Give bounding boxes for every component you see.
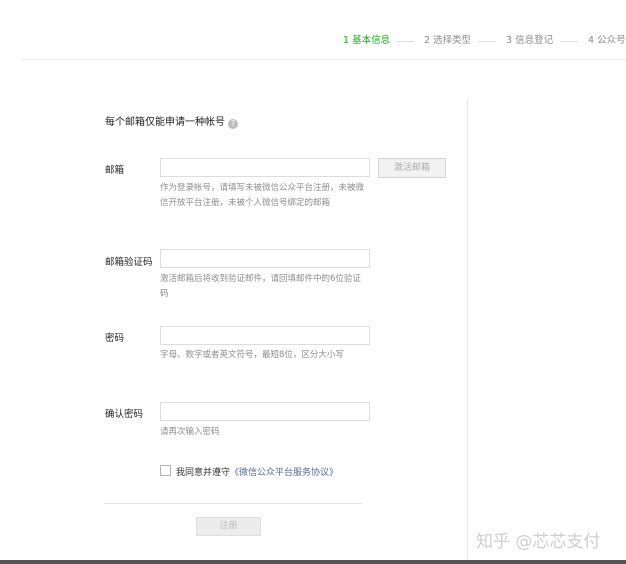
agreement-text: 我同意并遵守 bbox=[176, 468, 231, 478]
password-hint: 字母、数字或者英文符号，最短8位，区分大小写 bbox=[160, 350, 344, 360]
header-divider bbox=[22, 59, 626, 60]
password-label: 密码 bbox=[105, 333, 125, 344]
confirm-password-label: 确认密码 bbox=[105, 409, 144, 420]
step-separator bbox=[560, 41, 578, 42]
email-code-input[interactable] bbox=[160, 249, 370, 268]
activate-email-button[interactable]: 激活邮箱 bbox=[378, 158, 446, 178]
confirm-password-input[interactable] bbox=[160, 402, 370, 421]
agreement-checkbox[interactable] bbox=[160, 465, 171, 476]
email-code-label: 邮箱验证码 bbox=[105, 257, 153, 268]
agreement-row: 我同意并遵守《微信公众平台服务协议》 bbox=[160, 465, 338, 478]
help-icon[interactable]: ? bbox=[228, 119, 238, 129]
step-separator bbox=[478, 41, 496, 42]
email-hint: 作为登录帐号，请填写未被微信公众平台注册，未被微信开放平台注册，未被个人微信号绑… bbox=[160, 183, 365, 208]
step-select-type: 2 选择类型 bbox=[424, 35, 472, 46]
watermark: 知乎 @芯芯支付 bbox=[476, 532, 601, 552]
step-info-register: 3 信息登记 bbox=[506, 35, 554, 46]
form-divider bbox=[104, 503, 362, 504]
step-basic-info: 1 基本信息 bbox=[343, 35, 391, 46]
confirm-password-hint: 请再次输入密码 bbox=[160, 427, 220, 437]
vertical-divider bbox=[467, 98, 468, 560]
email-label: 邮箱 bbox=[105, 165, 125, 176]
email-input[interactable] bbox=[160, 158, 370, 177]
password-input[interactable] bbox=[160, 326, 370, 345]
form-title: 每个邮箱仅能申请一种帐号? bbox=[105, 113, 238, 129]
register-button[interactable]: 注册 bbox=[196, 517, 261, 536]
step-account-info: 4 公众号信 bbox=[588, 35, 626, 46]
step-indicator: 1 基本信息 2 选择类型 3 信息登记 4 公众号信 bbox=[0, 34, 626, 50]
email-code-hint: 激活邮箱后将收到验证邮件，请回填邮件中的6位验证码 bbox=[160, 274, 361, 299]
agreement-link[interactable]: 《微信公众平台服务协议》 bbox=[230, 468, 338, 478]
bottom-bar bbox=[0, 560, 626, 564]
form-title-text: 每个邮箱仅能申请一种帐号 bbox=[105, 117, 225, 128]
step-separator bbox=[396, 41, 414, 42]
